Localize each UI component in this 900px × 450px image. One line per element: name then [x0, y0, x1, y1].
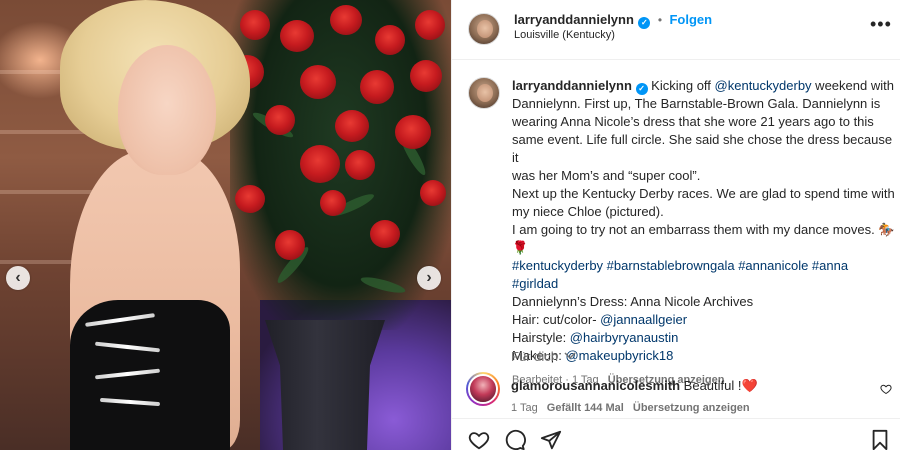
comment-author-avatar[interactable]	[466, 372, 500, 406]
verified-badge-icon: ✓	[638, 16, 651, 29]
post-location[interactable]: Louisville (Kentucky)	[514, 29, 615, 41]
mention-link[interactable]: @makeupbyrick18	[565, 348, 673, 363]
rose	[410, 60, 442, 92]
rose	[300, 65, 336, 99]
comment-like-heart-icon[interactable]	[880, 383, 892, 395]
caption-line: Dannielynn. First up, The Barnstable-Bro…	[512, 96, 881, 111]
caption-line: my niece Chloe (pictured).	[512, 204, 664, 219]
credit-label: Hair: cut/color-	[512, 312, 601, 327]
comment-icon[interactable]	[504, 429, 526, 450]
rose	[375, 25, 405, 55]
rose	[360, 70, 394, 104]
post-action-bar	[452, 418, 900, 450]
rose	[370, 220, 400, 248]
caption-line: wearing Anna Nicole’s dress that she wor…	[512, 114, 874, 129]
comment-author-username[interactable]: glamorousannanicolesmith	[511, 378, 680, 393]
comment-row: glamorousannanicolesmith Beautiful !❤️	[511, 378, 758, 394]
chevron-left-icon[interactable]: ‹	[6, 266, 30, 290]
chevron-right-icon[interactable]: ›	[417, 266, 441, 290]
mention-link[interactable]: @jannaallgeier	[600, 312, 687, 327]
comment-heart-emoji: ❤️	[741, 378, 758, 393]
post-header: larryanddannielynn ✓ • Folgen Louisville…	[452, 0, 900, 60]
rose	[330, 5, 362, 35]
rose	[275, 230, 305, 260]
comment-time[interactable]: 1 Tag	[511, 402, 538, 414]
caption-line: was her Mom’s and “super cool”.	[512, 168, 701, 183]
rose	[280, 20, 314, 52]
caption-line: I am going to try not an embarrass them …	[512, 222, 895, 237]
post-caption: larryanddannielynn ✓ Kicking off @kentuc…	[512, 77, 897, 389]
heart-icon[interactable]	[468, 429, 490, 450]
share-icon[interactable]	[540, 429, 562, 450]
rose	[300, 145, 340, 183]
rose	[235, 185, 265, 213]
caption-line: same event. Life full circle. She said s…	[512, 132, 893, 165]
for-you-toggle[interactable]: Für dich	[511, 349, 576, 364]
rose	[240, 10, 270, 40]
verified-badge-icon: ✓	[635, 83, 648, 95]
rose	[345, 150, 375, 180]
more-dots-icon[interactable]: •••	[870, 14, 892, 35]
rose	[420, 180, 446, 206]
follow-button[interactable]: Folgen	[669, 12, 712, 27]
comment-likes[interactable]: Gefällt 144 Mal	[547, 402, 624, 414]
rose	[335, 110, 369, 142]
credit-hair: Hair: cut/color- @jannaallgeier	[512, 311, 897, 329]
post-details-panel: larryanddannielynn ✓ • Folgen Louisville…	[451, 0, 900, 450]
bookmark-icon[interactable]	[870, 429, 890, 450]
comment-text: Beautiful !	[683, 378, 742, 393]
credit-hairstyle: Hairstyle: @hairbyryanaustin	[512, 329, 897, 347]
caption-text: weekend with	[811, 78, 894, 93]
caption-text: Kicking off	[651, 78, 715, 93]
rose	[265, 105, 295, 135]
mention-link[interactable]: @hairbyryanaustin	[570, 330, 679, 345]
rose	[415, 10, 445, 40]
for-you-label: Für dich	[511, 349, 558, 364]
header-author-row: larryanddannielynn ✓ • Folgen	[514, 11, 712, 29]
comment-show-translation[interactable]: Übersetzung anzeigen	[633, 402, 750, 414]
rose	[395, 115, 431, 149]
person-face	[118, 45, 216, 175]
caption-line: Next up the Kentucky Derby races. We are…	[512, 186, 895, 201]
chevron-down-icon	[564, 352, 576, 360]
separator-dot: •	[657, 13, 663, 27]
author-username[interactable]: larryanddannielynn	[514, 12, 634, 27]
credit-label: Hairstyle:	[512, 330, 570, 345]
caption-author-avatar[interactable]	[468, 77, 500, 109]
rose	[320, 190, 346, 216]
author-avatar[interactable]	[468, 13, 500, 45]
comment-meta: 1 Tag Gefällt 144 Mal Übersetzung anzeig…	[511, 402, 750, 414]
caption-line: 🌹	[512, 240, 529, 255]
hashtags[interactable]: #kentuckyderby #barnstablebrowngala #ann…	[512, 257, 897, 293]
credit-dress: Dannielynn’s Dress: Anna Nicole Archives	[512, 294, 754, 309]
mention-link[interactable]: @kentuckyderby	[715, 78, 812, 93]
caption-author-username[interactable]: larryanddannielynn	[512, 78, 632, 93]
post-photo[interactable]: ‹ ›	[0, 0, 451, 450]
